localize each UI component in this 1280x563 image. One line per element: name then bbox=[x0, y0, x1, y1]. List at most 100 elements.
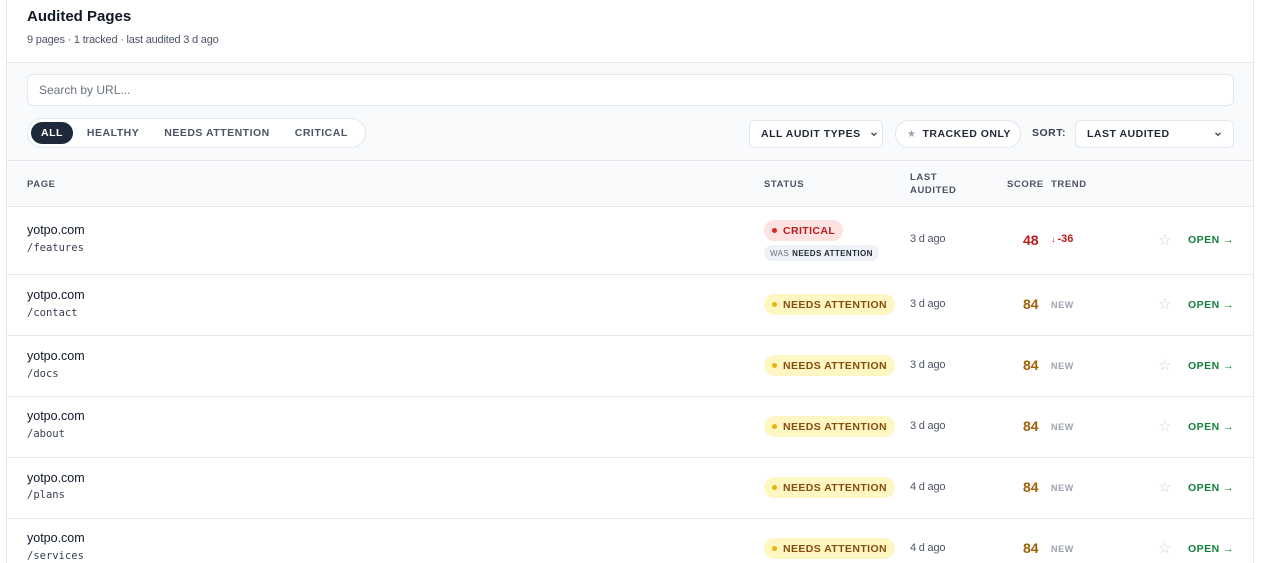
table-row[interactable]: yotpo.com /services NEEDS ATTENTION 4 d … bbox=[7, 519, 1253, 563]
star-icon[interactable]: ☆ bbox=[1158, 295, 1171, 313]
status-label: NEEDS ATTENTION bbox=[783, 542, 888, 555]
search-input[interactable] bbox=[27, 74, 1234, 106]
filter-all[interactable]: ALL bbox=[31, 122, 73, 144]
score-value: 84 bbox=[1023, 357, 1039, 373]
status-badge: NEEDS ATTENTION bbox=[764, 355, 896, 376]
row-domain: yotpo.com bbox=[27, 288, 85, 302]
status-badge: NEEDS ATTENTION bbox=[764, 416, 896, 437]
row-domain: yotpo.com bbox=[27, 409, 85, 423]
audited-pages-card: Audited Pages 9 pages · 1 tracked · last… bbox=[6, 0, 1254, 563]
status-dot bbox=[772, 424, 777, 429]
column-score[interactable]: SCORE bbox=[1007, 178, 1044, 191]
audit-types-label: ALL AUDIT TYPES bbox=[761, 128, 861, 140]
table-row[interactable]: yotpo.com /contact NEEDS ATTENTION 3 d a… bbox=[7, 275, 1253, 336]
row-domain: yotpo.com bbox=[27, 471, 85, 485]
status-dot bbox=[772, 302, 777, 307]
column-last-audited-line2: AUDITED bbox=[910, 185, 957, 196]
trend-new-label: NEW bbox=[1051, 361, 1074, 371]
status-label: NEEDS ATTENTION bbox=[783, 359, 888, 372]
status-badge: NEEDS ATTENTION bbox=[764, 294, 896, 315]
chevron-down-icon bbox=[870, 132, 877, 137]
status-label: CRITICAL bbox=[783, 224, 836, 237]
status-badge: NEEDS ATTENTION bbox=[764, 538, 896, 559]
status-dot bbox=[772, 485, 777, 490]
status-label: NEEDS ATTENTION bbox=[783, 298, 888, 311]
previous-status-label: NEEDS ATTENTION bbox=[792, 248, 873, 258]
open-link[interactable]: OPEN → bbox=[1188, 360, 1234, 372]
row-domain: yotpo.com bbox=[27, 223, 85, 237]
status-dot bbox=[772, 363, 777, 368]
row-path: /docs bbox=[27, 368, 59, 380]
status-label: NEEDS ATTENTION bbox=[783, 420, 888, 433]
page-scrollbar[interactable] bbox=[1266, 0, 1280, 563]
sort-value: LAST AUDITED bbox=[1087, 128, 1170, 140]
table-row[interactable]: yotpo.com /docs NEEDS ATTENTION 3 d ago … bbox=[7, 336, 1253, 397]
sort-select[interactable]: LAST AUDITED bbox=[1075, 120, 1234, 148]
column-last-audited-line1: LAST bbox=[910, 172, 938, 183]
filter-healthy[interactable]: HEALTHY bbox=[76, 122, 150, 144]
table-header: PAGE STATUS LAST AUDITED SCORE TREND bbox=[7, 161, 1253, 207]
star-icon[interactable]: ☆ bbox=[1158, 231, 1171, 249]
status-dot bbox=[772, 228, 777, 233]
column-page[interactable]: PAGE bbox=[27, 178, 56, 191]
previous-status-prefix: WAS bbox=[770, 248, 790, 258]
sort-label: SORT: bbox=[1032, 127, 1066, 139]
table-row[interactable]: yotpo.com /about NEEDS ATTENTION 3 d ago… bbox=[7, 397, 1253, 458]
column-trend[interactable]: TREND bbox=[1051, 178, 1087, 191]
status-filter-segmented: ALL HEALTHY NEEDS ATTENTION CRITICAL bbox=[27, 118, 366, 148]
score-value: 84 bbox=[1023, 479, 1039, 495]
filter-toolbar: ALL HEALTHY NEEDS ATTENTION CRITICAL ALL… bbox=[7, 63, 1253, 161]
trend-change: ↓ -36 bbox=[1051, 233, 1073, 245]
filter-needs-attention[interactable]: NEEDS ATTENTION bbox=[153, 122, 281, 144]
trend-new-label: NEW bbox=[1051, 300, 1074, 310]
column-last-audited[interactable]: LAST AUDITED bbox=[910, 171, 956, 197]
score-value: 48 bbox=[1023, 232, 1039, 248]
chevron-down-icon bbox=[1215, 132, 1221, 137]
trend-new-label: NEW bbox=[1051, 483, 1074, 493]
open-link[interactable]: OPEN → bbox=[1188, 543, 1234, 555]
last-audited: 3 d ago bbox=[910, 420, 946, 432]
page-subtitle: 9 pages · 1 tracked · last audited 3 d a… bbox=[27, 34, 219, 46]
status-dot bbox=[772, 546, 777, 551]
tracked-only-label: TRACKED ONLY bbox=[922, 128, 1011, 140]
card-header: Audited Pages 9 pages · 1 tracked · last… bbox=[7, 0, 1253, 63]
score-value: 84 bbox=[1023, 418, 1039, 434]
audit-types-dropdown[interactable]: ALL AUDIT TYPES bbox=[749, 120, 883, 148]
star-icon[interactable]: ☆ bbox=[1158, 356, 1171, 374]
star-icon: ★ bbox=[907, 128, 917, 140]
row-path: /about bbox=[27, 428, 65, 440]
arrow-down-icon: ↓ bbox=[1051, 234, 1056, 244]
last-audited: 3 d ago bbox=[910, 233, 946, 245]
table-row[interactable]: yotpo.com /plans NEEDS ATTENTION 4 d ago… bbox=[7, 458, 1253, 519]
table-row[interactable]: yotpo.com /features CRITICAL WAS NEEDS A… bbox=[7, 207, 1253, 275]
column-status[interactable]: STATUS bbox=[764, 178, 804, 191]
open-link[interactable]: OPEN → bbox=[1188, 421, 1234, 433]
previous-status-badge: WAS NEEDS ATTENTION bbox=[764, 245, 879, 261]
row-path: /plans bbox=[27, 489, 65, 501]
trend-value: -36 bbox=[1057, 233, 1074, 245]
status-badge: CRITICAL bbox=[764, 220, 844, 241]
open-link[interactable]: OPEN → bbox=[1188, 234, 1234, 246]
row-path: /features bbox=[27, 242, 84, 254]
filter-critical[interactable]: CRITICAL bbox=[284, 122, 359, 144]
trend-new-label: NEW bbox=[1051, 544, 1074, 554]
star-icon[interactable]: ☆ bbox=[1158, 478, 1171, 496]
page-title: Audited Pages bbox=[27, 8, 132, 25]
score-value: 84 bbox=[1023, 540, 1039, 556]
row-path: /contact bbox=[27, 307, 78, 319]
score-value: 84 bbox=[1023, 296, 1039, 312]
row-domain: yotpo.com bbox=[27, 349, 85, 363]
star-icon[interactable]: ☆ bbox=[1158, 417, 1171, 435]
trend-new-label: NEW bbox=[1051, 422, 1074, 432]
last-audited: 4 d ago bbox=[910, 481, 946, 493]
row-domain: yotpo.com bbox=[27, 531, 85, 545]
status-label: NEEDS ATTENTION bbox=[783, 481, 888, 494]
tracked-only-toggle[interactable]: ★ TRACKED ONLY bbox=[895, 120, 1021, 148]
status-badge: NEEDS ATTENTION bbox=[764, 477, 896, 498]
star-icon[interactable]: ☆ bbox=[1158, 539, 1171, 557]
row-path: /services bbox=[27, 550, 84, 562]
last-audited: 4 d ago bbox=[910, 542, 946, 554]
open-link[interactable]: OPEN → bbox=[1188, 482, 1234, 494]
open-link[interactable]: OPEN → bbox=[1188, 299, 1234, 311]
last-audited: 3 d ago bbox=[910, 359, 946, 371]
